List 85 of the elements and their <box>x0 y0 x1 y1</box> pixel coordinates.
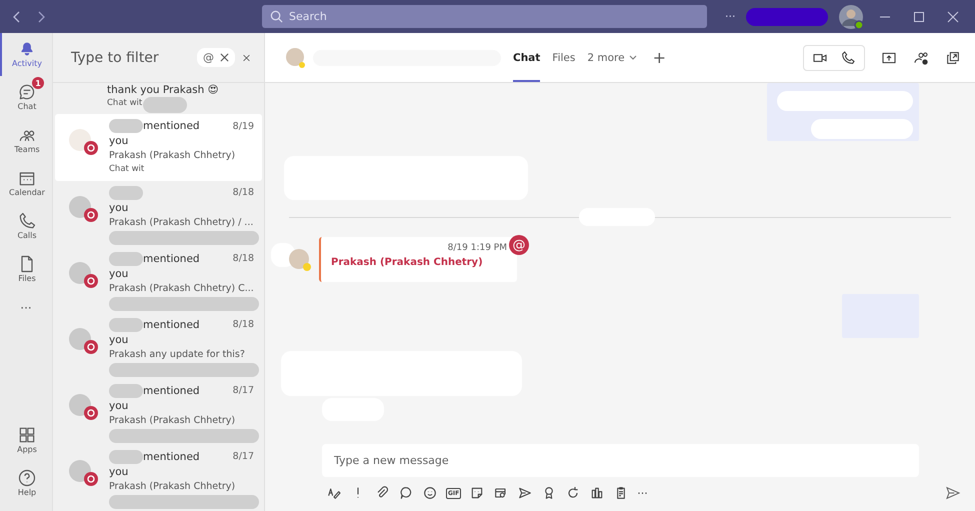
phone-icon <box>17 211 37 231</box>
profile-avatar[interactable] <box>838 4 864 30</box>
notification-item[interactable]: mentioned 8/17 you Prakash (Prakash Chhetry) <box>55 378 262 445</box>
redaction-blob <box>143 97 187 113</box>
close-icon[interactable] <box>947 10 959 22</box>
redaction-blob <box>109 252 143 266</box>
chat-tab[interactable]: 2 more <box>587 33 637 82</box>
activity-date: 8/17 <box>232 385 254 396</box>
notification-item[interactable]: mentioned 8/17 you Prakash (Prakash Chhetry) <box>55 444 262 511</box>
more-options[interactable]: ··· <box>725 10 736 23</box>
message-preview: Prakash (Prakash Chhetry) <box>109 149 236 164</box>
mention-target: you <box>109 200 130 215</box>
notification-item[interactable]: mentioned 8/18 you Prakash any update for this? <box>55 312 262 379</box>
filter-field[interactable]: Type to filter <box>69 48 189 66</box>
activity-type: mentioned <box>143 450 200 463</box>
redaction-blob <box>109 318 143 332</box>
activity-type: mentioned <box>143 120 200 132</box>
notification-item[interactable]: mentioned 8/19 you Prakash (Prakash Chhetry) Chat wit <box>55 114 262 181</box>
chat-context: Chat wit <box>109 163 144 176</box>
activity-type: mentioned <box>143 384 200 397</box>
message-preview: Prakash (Prakash Chhetry) / ... <box>109 216 254 230</box>
rail-item[interactable]: Help <box>0 462 52 505</box>
activity-date: 8/19 <box>232 120 254 132</box>
mention-target: you <box>109 464 130 479</box>
mention-target: you <box>109 398 130 413</box>
avatar-with-mention-icon <box>67 392 101 423</box>
redaction-blob <box>109 186 143 200</box>
clear-icon[interactable] <box>220 53 229 62</box>
redaction-blob <box>109 450 143 464</box>
rail-item[interactable]: Calls <box>0 205 52 248</box>
notification-item[interactable]: 8/18 you Prakash (Prakash Chhetry) / ... <box>55 180 262 247</box>
mention-filter-chip[interactable]: @ <box>197 48 235 67</box>
send-icon[interactable] <box>945 485 961 501</box>
phone-icon[interactable] <box>840 50 856 66</box>
notification-item[interactable]: mentioned 8/18 you Prakash (Prakash Chhetry) C... <box>55 246 262 313</box>
avatar-with-mention-icon <box>67 194 101 225</box>
chat-icon <box>17 82 37 102</box>
message-preview: Prakash (Prakash Chhetry) <box>109 480 236 494</box>
add-people-icon[interactable] <box>913 50 929 66</box>
message-time: 8/19 1:19 PM <box>448 243 507 253</box>
rail-item[interactable]: Files <box>0 248 52 291</box>
activity-date: 8/18 <box>232 319 254 330</box>
redaction-blob <box>109 119 143 134</box>
avatar-with-mention-icon <box>67 326 101 357</box>
more-apps[interactable]: ··· <box>0 301 52 315</box>
activity-date: 8/18 <box>232 253 254 264</box>
mention-target: you <box>109 134 130 148</box>
mention-target: you <box>109 332 130 347</box>
help-icon <box>17 468 37 488</box>
rail-item[interactable]: 1 Chat <box>0 76 52 119</box>
more-options[interactable]: ··· <box>637 486 648 500</box>
maximize-icon[interactable] <box>913 10 925 22</box>
search-field[interactable]: Search <box>262 5 707 28</box>
add-tab-button[interactable]: + <box>652 48 666 67</box>
mention-text: Prakash (Prakash Chhetry) <box>331 257 483 268</box>
redaction-blob <box>109 384 143 398</box>
unread-badge: 1 <box>32 77 44 89</box>
back-icon[interactable] <box>12 10 22 22</box>
emoji-icon[interactable] <box>422 485 438 501</box>
sender-avatar <box>289 248 311 270</box>
send-later-icon[interactable] <box>517 485 534 501</box>
message-preview: Prakash (Prakash Chhetry) <box>109 414 236 428</box>
message-preview: thank you Prakash 😍 <box>107 83 219 97</box>
message-input[interactable]: Type a new message <box>322 444 919 477</box>
pop-out-icon[interactable] <box>945 50 961 66</box>
mention-badge: @ <box>509 235 529 255</box>
chat-context: Chat wit <box>107 97 142 109</box>
forward-icon[interactable] <box>36 10 46 22</box>
activity-date: 8/18 <box>232 187 254 198</box>
apps-icon <box>17 425 37 445</box>
message-preview: Prakash (Prakash Chhetry) C... <box>109 282 254 296</box>
message-preview: Prakash any update for this? <box>109 348 246 362</box>
avatar-with-mention-icon <box>67 458 101 489</box>
activity-date: 8/17 <box>232 451 254 462</box>
notification-item[interactable]: thank you Prakash 😍 Chat wit <box>55 83 262 114</box>
chat-tab[interactable]: Chat <box>513 33 540 82</box>
activity-type: mentioned <box>143 252 200 265</box>
avatar-with-mention-icon <box>67 260 101 291</box>
rail-item[interactable]: Teams <box>0 119 52 162</box>
activity-type: mentioned <box>143 318 200 331</box>
rail-item[interactable]: Calendar <box>0 162 52 205</box>
rail-item[interactable]: Apps <box>0 419 52 462</box>
at-symbol: @ <box>203 51 214 64</box>
mention-target: you <box>109 266 130 281</box>
chat-tab[interactable]: Files <box>552 33 576 82</box>
